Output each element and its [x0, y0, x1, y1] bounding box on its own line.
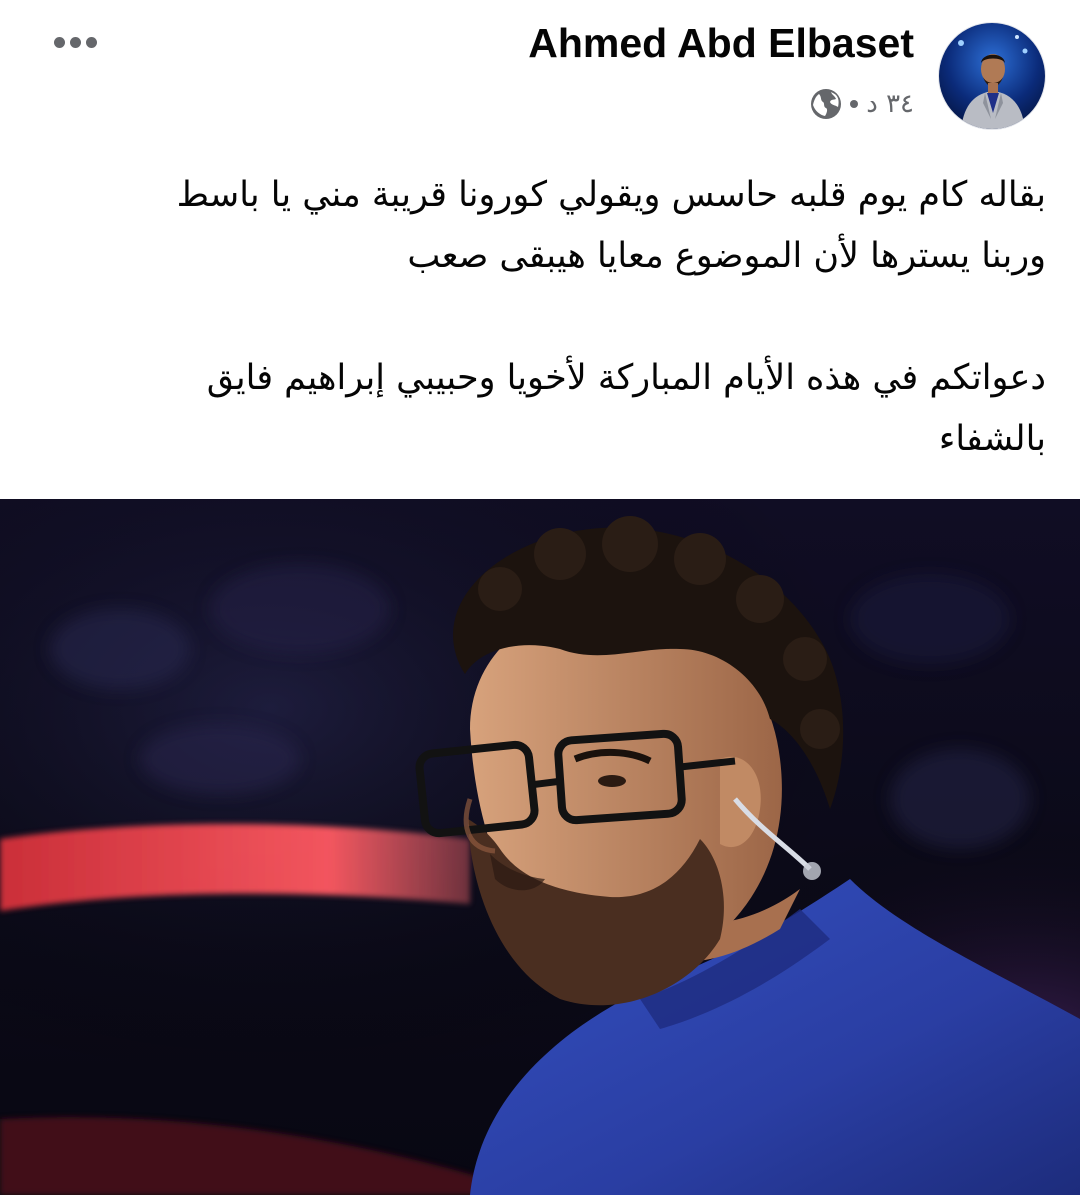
post-meta: ٣٤ د [810, 88, 914, 120]
post-text: بقاله كام يوم قلبه حاسس ويقولي كورونا قر… [36, 165, 1046, 470]
more-dots-icon-dot [85, 36, 97, 48]
author-name[interactable]: Ahmed Abd Elbaset [528, 20, 914, 67]
post-text-line: وربنا يسترها لأن الموضوع معايا هيبقى صعب [407, 236, 1046, 276]
more-dots-icon [53, 36, 65, 48]
globe-icon[interactable] [810, 88, 842, 120]
meta-separator [850, 100, 859, 108]
post-photo[interactable] [0, 499, 1080, 1195]
more-dots-icon-dot [69, 36, 81, 48]
post-text-line: بالشفاء [938, 419, 1046, 459]
facebook-post: Ahmed Abd Elbaset ٣٤ د بقاله كام يوم قلب… [0, 0, 1080, 1195]
post-text-line: دعواتكم في هذه الأيام المباركة لأخويا وح… [206, 358, 1046, 398]
avatar[interactable] [938, 22, 1046, 130]
more-options-button[interactable] [46, 22, 104, 62]
post-timestamp[interactable]: ٣٤ د [866, 89, 914, 119]
post-text-line: بقاله كام يوم قلبه حاسس ويقولي كورونا قر… [176, 175, 1046, 215]
